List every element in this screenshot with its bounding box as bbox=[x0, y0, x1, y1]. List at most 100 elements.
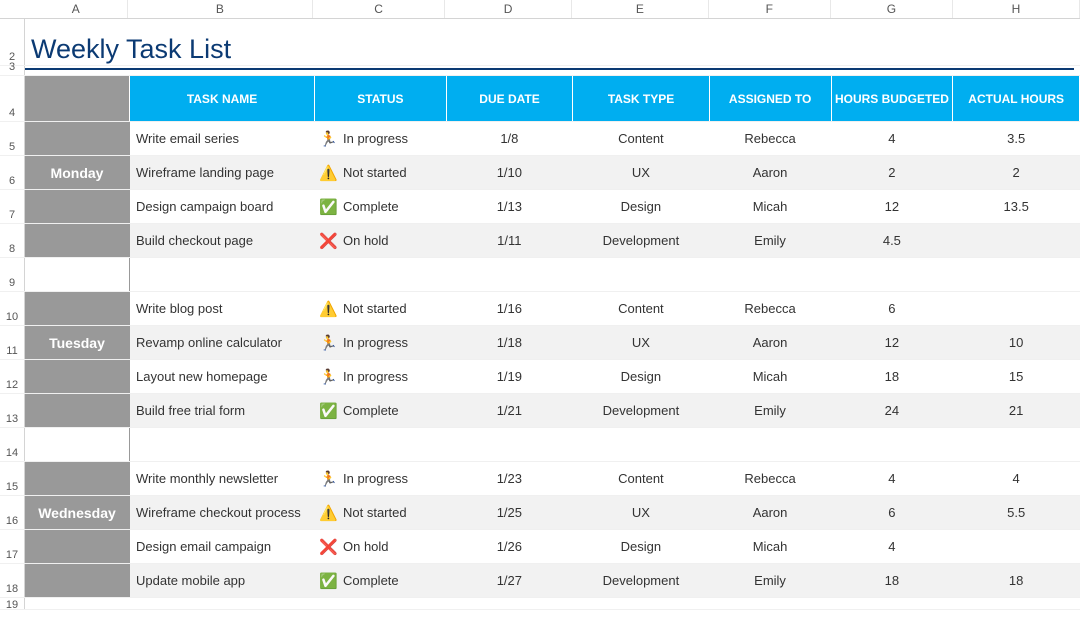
cell-hours-budgeted[interactable]: 18 bbox=[831, 564, 953, 597]
cell-task-type[interactable]: Content bbox=[573, 122, 709, 155]
cell-hours-budgeted[interactable]: 4.5 bbox=[831, 224, 953, 257]
cell-assigned-to[interactable]: Emily bbox=[710, 394, 832, 427]
col-header-H[interactable]: H bbox=[953, 0, 1080, 18]
cell-task-type[interactable]: UX bbox=[573, 156, 709, 189]
row-number[interactable]: 19 bbox=[0, 598, 25, 609]
cell-task-type[interactable]: Design bbox=[573, 190, 709, 223]
cell-task-type[interactable]: Content bbox=[573, 462, 709, 495]
row-number[interactable]: 10 bbox=[0, 292, 25, 325]
cell-assigned-to[interactable]: Rebecca bbox=[710, 292, 832, 325]
cell-actual-hours[interactable]: 21 bbox=[953, 394, 1080, 427]
cell-task-type[interactable]: Development bbox=[573, 394, 709, 427]
cell-hours-budgeted[interactable]: 18 bbox=[831, 360, 953, 393]
cell-assigned-to[interactable]: Micah bbox=[710, 530, 832, 563]
cell-hours-budgeted[interactable]: 4 bbox=[831, 530, 953, 563]
cell-due-date[interactable]: 1/25 bbox=[447, 496, 574, 529]
select-all-corner[interactable] bbox=[0, 0, 25, 18]
col-header-G[interactable]: G bbox=[831, 0, 953, 18]
cell-assigned-to[interactable]: Rebecca bbox=[710, 462, 832, 495]
cell-task-name[interactable]: Design email campaign bbox=[130, 530, 315, 563]
cell-task-name[interactable]: Wireframe checkout process bbox=[130, 496, 315, 529]
cell-actual-hours[interactable]: 5.5 bbox=[953, 496, 1080, 529]
cell-hours-budgeted[interactable]: 4 bbox=[831, 122, 953, 155]
row-number[interactable]: 15 bbox=[0, 462, 25, 495]
cell-status[interactable]: In progress bbox=[315, 462, 447, 495]
col-header-E[interactable]: E bbox=[572, 0, 709, 18]
row-number[interactable]: 13 bbox=[0, 394, 25, 427]
cell-task-type[interactable]: Design bbox=[573, 530, 709, 563]
th-due-date[interactable]: DUE DATE bbox=[447, 76, 574, 121]
cell-task-type[interactable]: Development bbox=[573, 224, 709, 257]
cell-task-type[interactable]: Content bbox=[573, 292, 709, 325]
cell-hours-budgeted[interactable]: 4 bbox=[831, 462, 953, 495]
cell-due-date[interactable]: 1/18 bbox=[447, 326, 574, 359]
cell-assigned-to[interactable]: Micah bbox=[710, 190, 832, 223]
cell-status[interactable]: Not started bbox=[315, 496, 447, 529]
cell-actual-hours[interactable]: 15 bbox=[953, 360, 1080, 393]
cell-task-type[interactable]: UX bbox=[573, 496, 709, 529]
cell-actual-hours[interactable]: 2 bbox=[953, 156, 1080, 189]
cell-due-date[interactable]: 1/13 bbox=[447, 190, 574, 223]
cell-due-date[interactable]: 1/21 bbox=[447, 394, 574, 427]
cell-assigned-to[interactable]: Aaron bbox=[710, 496, 832, 529]
cell-status[interactable]: Complete bbox=[315, 394, 447, 427]
cell-task-name[interactable]: Build free trial form bbox=[130, 394, 315, 427]
row-number[interactable]: 9 bbox=[0, 258, 25, 291]
col-header-B[interactable]: B bbox=[128, 0, 314, 18]
cell-task-name[interactable]: Write blog post bbox=[130, 292, 315, 325]
cell-due-date[interactable]: 1/16 bbox=[447, 292, 574, 325]
cell-due-date[interactable]: 1/19 bbox=[447, 360, 574, 393]
cell-status[interactable]: In progress bbox=[315, 326, 447, 359]
row-number[interactable]: 4 bbox=[0, 76, 25, 121]
cell-hours-budgeted[interactable]: 2 bbox=[831, 156, 953, 189]
cell-task-name[interactable]: Write monthly newsletter bbox=[130, 462, 315, 495]
cell-assigned-to[interactable]: Emily bbox=[710, 564, 832, 597]
cell-actual-hours[interactable]: 4 bbox=[953, 462, 1080, 495]
cell-task-type[interactable]: Design bbox=[573, 360, 709, 393]
cell-actual-hours[interactable] bbox=[953, 530, 1080, 563]
cell-due-date[interactable]: 1/26 bbox=[447, 530, 574, 563]
cell-task-type[interactable]: Development bbox=[573, 564, 709, 597]
row-number[interactable]: 5 bbox=[0, 122, 25, 155]
cell-actual-hours[interactable]: 3.5 bbox=[953, 122, 1080, 155]
cell-actual-hours[interactable]: 13.5 bbox=[953, 190, 1080, 223]
col-header-A[interactable]: A bbox=[25, 0, 128, 18]
col-header-C[interactable]: C bbox=[313, 0, 445, 18]
cell-task-name[interactable]: Write email series bbox=[130, 122, 315, 155]
cell-status[interactable]: Complete bbox=[315, 190, 447, 223]
cell-task-name[interactable]: Revamp online calculator bbox=[130, 326, 315, 359]
th-task-type[interactable]: TASK TYPE bbox=[573, 76, 709, 121]
row-number[interactable]: 12 bbox=[0, 360, 25, 393]
cell-hours-budgeted[interactable]: 12 bbox=[831, 190, 953, 223]
cell-status[interactable]: In progress bbox=[315, 122, 447, 155]
th-actual-hours[interactable]: ACTUAL HOURS bbox=[953, 76, 1080, 121]
cell-status[interactable]: Complete bbox=[315, 564, 447, 597]
row-number[interactable]: 3 bbox=[0, 66, 25, 75]
row-number[interactable]: 14 bbox=[0, 428, 25, 461]
cell-due-date[interactable]: 1/23 bbox=[447, 462, 574, 495]
row-number[interactable]: 6 bbox=[0, 156, 25, 189]
row-number[interactable]: 2 bbox=[0, 19, 25, 65]
row-number[interactable]: 7 bbox=[0, 190, 25, 223]
cell-hours-budgeted[interactable]: 12 bbox=[831, 326, 953, 359]
cell-assigned-to[interactable]: Emily bbox=[710, 224, 832, 257]
cell-status[interactable]: Not started bbox=[315, 292, 447, 325]
cell-task-type[interactable]: UX bbox=[573, 326, 709, 359]
row-number[interactable]: 8 bbox=[0, 224, 25, 257]
cell-task-name[interactable]: Design campaign board bbox=[130, 190, 315, 223]
cell-status[interactable]: In progress bbox=[315, 360, 447, 393]
cell-task-name[interactable]: Update mobile app bbox=[130, 564, 315, 597]
cell-assigned-to[interactable]: Rebecca bbox=[710, 122, 832, 155]
cell-status[interactable]: On hold bbox=[315, 530, 447, 563]
cell-due-date[interactable]: 1/11 bbox=[447, 224, 574, 257]
cell-due-date[interactable]: 1/27 bbox=[447, 564, 574, 597]
cell-hours-budgeted[interactable]: 6 bbox=[831, 496, 953, 529]
cell-actual-hours[interactable] bbox=[953, 292, 1080, 325]
cell-assigned-to[interactable]: Aaron bbox=[710, 156, 832, 189]
cell-status[interactable]: Not started bbox=[315, 156, 447, 189]
row-number[interactable]: 16 bbox=[0, 496, 25, 529]
row-number[interactable]: 11 bbox=[0, 326, 25, 359]
cell-actual-hours[interactable]: 18 bbox=[953, 564, 1080, 597]
th-assigned-to[interactable]: ASSIGNED TO bbox=[710, 76, 832, 121]
th-hours-budgeted[interactable]: HOURS BUDGETED bbox=[832, 76, 954, 121]
